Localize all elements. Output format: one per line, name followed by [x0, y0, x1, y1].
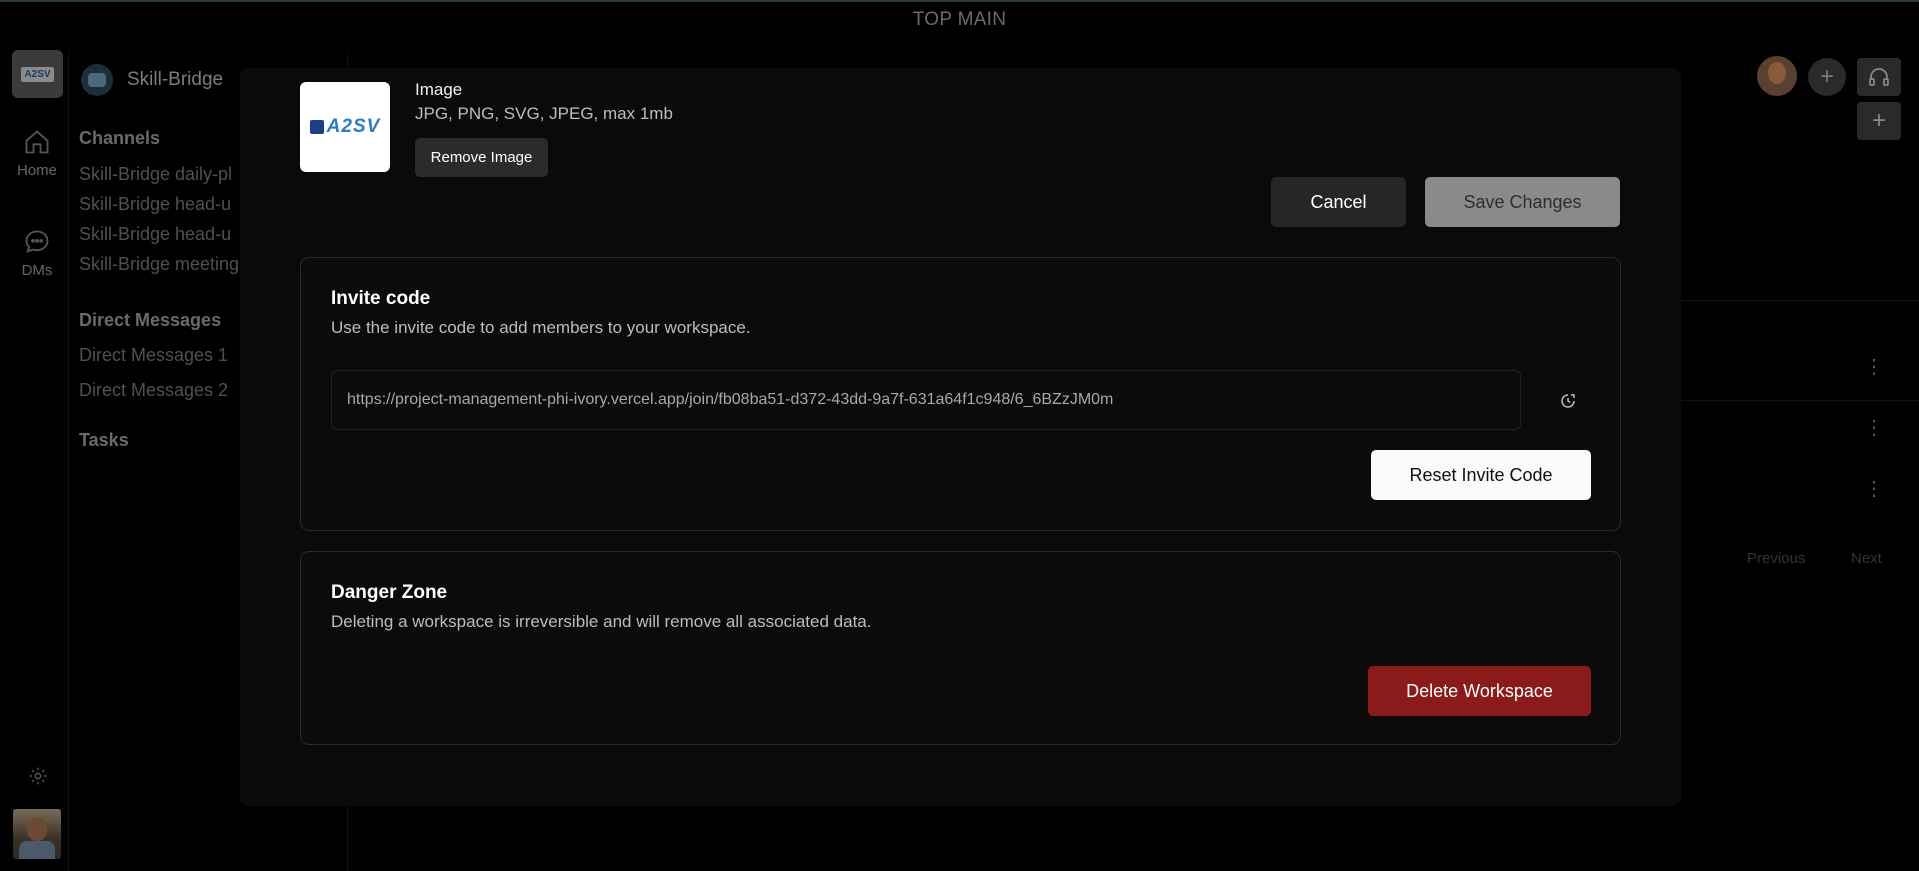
new-item-button[interactable]: +	[1857, 102, 1901, 140]
danger-zone-description: Deleting a workspace is irreversible and…	[331, 612, 872, 631]
rail-item-label: Home	[16, 162, 57, 179]
remove-image-button[interactable]: Remove Image	[415, 138, 548, 177]
user-avatar[interactable]	[13, 809, 61, 859]
home-icon	[25, 130, 49, 154]
copy-icon	[1561, 394, 1575, 408]
logo-mark-icon	[309, 120, 324, 134]
cancel-button[interactable]: Cancel	[1271, 177, 1406, 227]
plus-icon: +	[1871, 107, 1886, 134]
next-page-button[interactable]: Next	[1851, 550, 1882, 567]
reset-invite-code-button[interactable]: Reset Invite Code	[1371, 450, 1591, 500]
tasks-heading[interactable]: Tasks	[79, 430, 129, 451]
rail-item-label: DMs	[21, 262, 53, 279]
invite-url-field[interactable]	[331, 370, 1521, 430]
direct-messages-heading: Direct Messages	[79, 310, 222, 330]
rail-item-home[interactable]: Home	[0, 128, 74, 179]
invite-code-description: Use the invite code to add members to yo…	[331, 318, 751, 337]
chat-icon	[25, 230, 49, 253]
workspace-icon	[81, 64, 113, 96]
gear-icon[interactable]	[28, 766, 48, 786]
danger-zone-card: Danger Zone Deleting a workspace is irre…	[300, 551, 1621, 745]
copy-invite-button[interactable]	[1553, 386, 1583, 416]
channels-heading: Channels	[79, 128, 161, 148]
workspace-name: Skill-Bridge	[127, 69, 224, 90]
delete-workspace-button[interactable]: Delete Workspace	[1368, 666, 1591, 716]
rail-item-dms[interactable]: DMs	[0, 228, 74, 279]
header-avatar[interactable]	[1757, 56, 1797, 96]
headphones-icon	[1869, 68, 1889, 86]
channel-item[interactable]: Skill-Bridge daily-pl	[79, 164, 232, 185]
channel-item[interactable]: Skill-Bridge head-u	[79, 224, 231, 245]
image-label: Image	[415, 80, 463, 99]
dm-item[interactable]: Direct Messages 2	[79, 380, 228, 401]
channel-item[interactable]: Skill-Bridge meeting	[79, 254, 239, 275]
plus-icon: +	[1819, 63, 1834, 90]
image-format-hint: JPG, PNG, SVG, JPEG, max 1mb	[415, 104, 673, 123]
previous-page-button[interactable]: Previous	[1747, 550, 1805, 567]
invite-code-card: Invite code Use the invite code to add m…	[300, 257, 1621, 531]
row-menu-icon[interactable]: ⋮	[1864, 357, 1884, 377]
workspace-image-logo-text: A2SV	[326, 116, 381, 137]
top-bar: TOP MAIN	[0, 0, 1919, 38]
workspace-image-preview: A2SV	[300, 82, 390, 172]
app-rail: A2SV Home DMs	[0, 38, 70, 871]
workspace-settings-modal: A2SV Image JPG, PNG, SVG, JPEG, max 1mb …	[240, 68, 1681, 806]
row-menu-icon[interactable]: ⋮	[1864, 479, 1884, 499]
add-button[interactable]: +	[1808, 58, 1846, 96]
support-button[interactable]	[1857, 58, 1901, 96]
row-menu-icon[interactable]: ⋮	[1864, 418, 1884, 438]
workspace-header[interactable]: Skill-Bridge	[81, 64, 223, 96]
workspace-logo-button[interactable]: A2SV	[12, 50, 63, 98]
top-bar-title: TOP MAIN	[912, 9, 1007, 30]
workspace-logo-text: A2SV	[21, 66, 54, 82]
invite-code-title: Invite code	[331, 288, 431, 309]
dm-item[interactable]: Direct Messages 1	[79, 345, 228, 366]
save-changes-button[interactable]: Save Changes	[1425, 177, 1620, 227]
channel-item[interactable]: Skill-Bridge head-u	[79, 194, 231, 215]
danger-zone-title: Danger Zone	[331, 582, 448, 603]
